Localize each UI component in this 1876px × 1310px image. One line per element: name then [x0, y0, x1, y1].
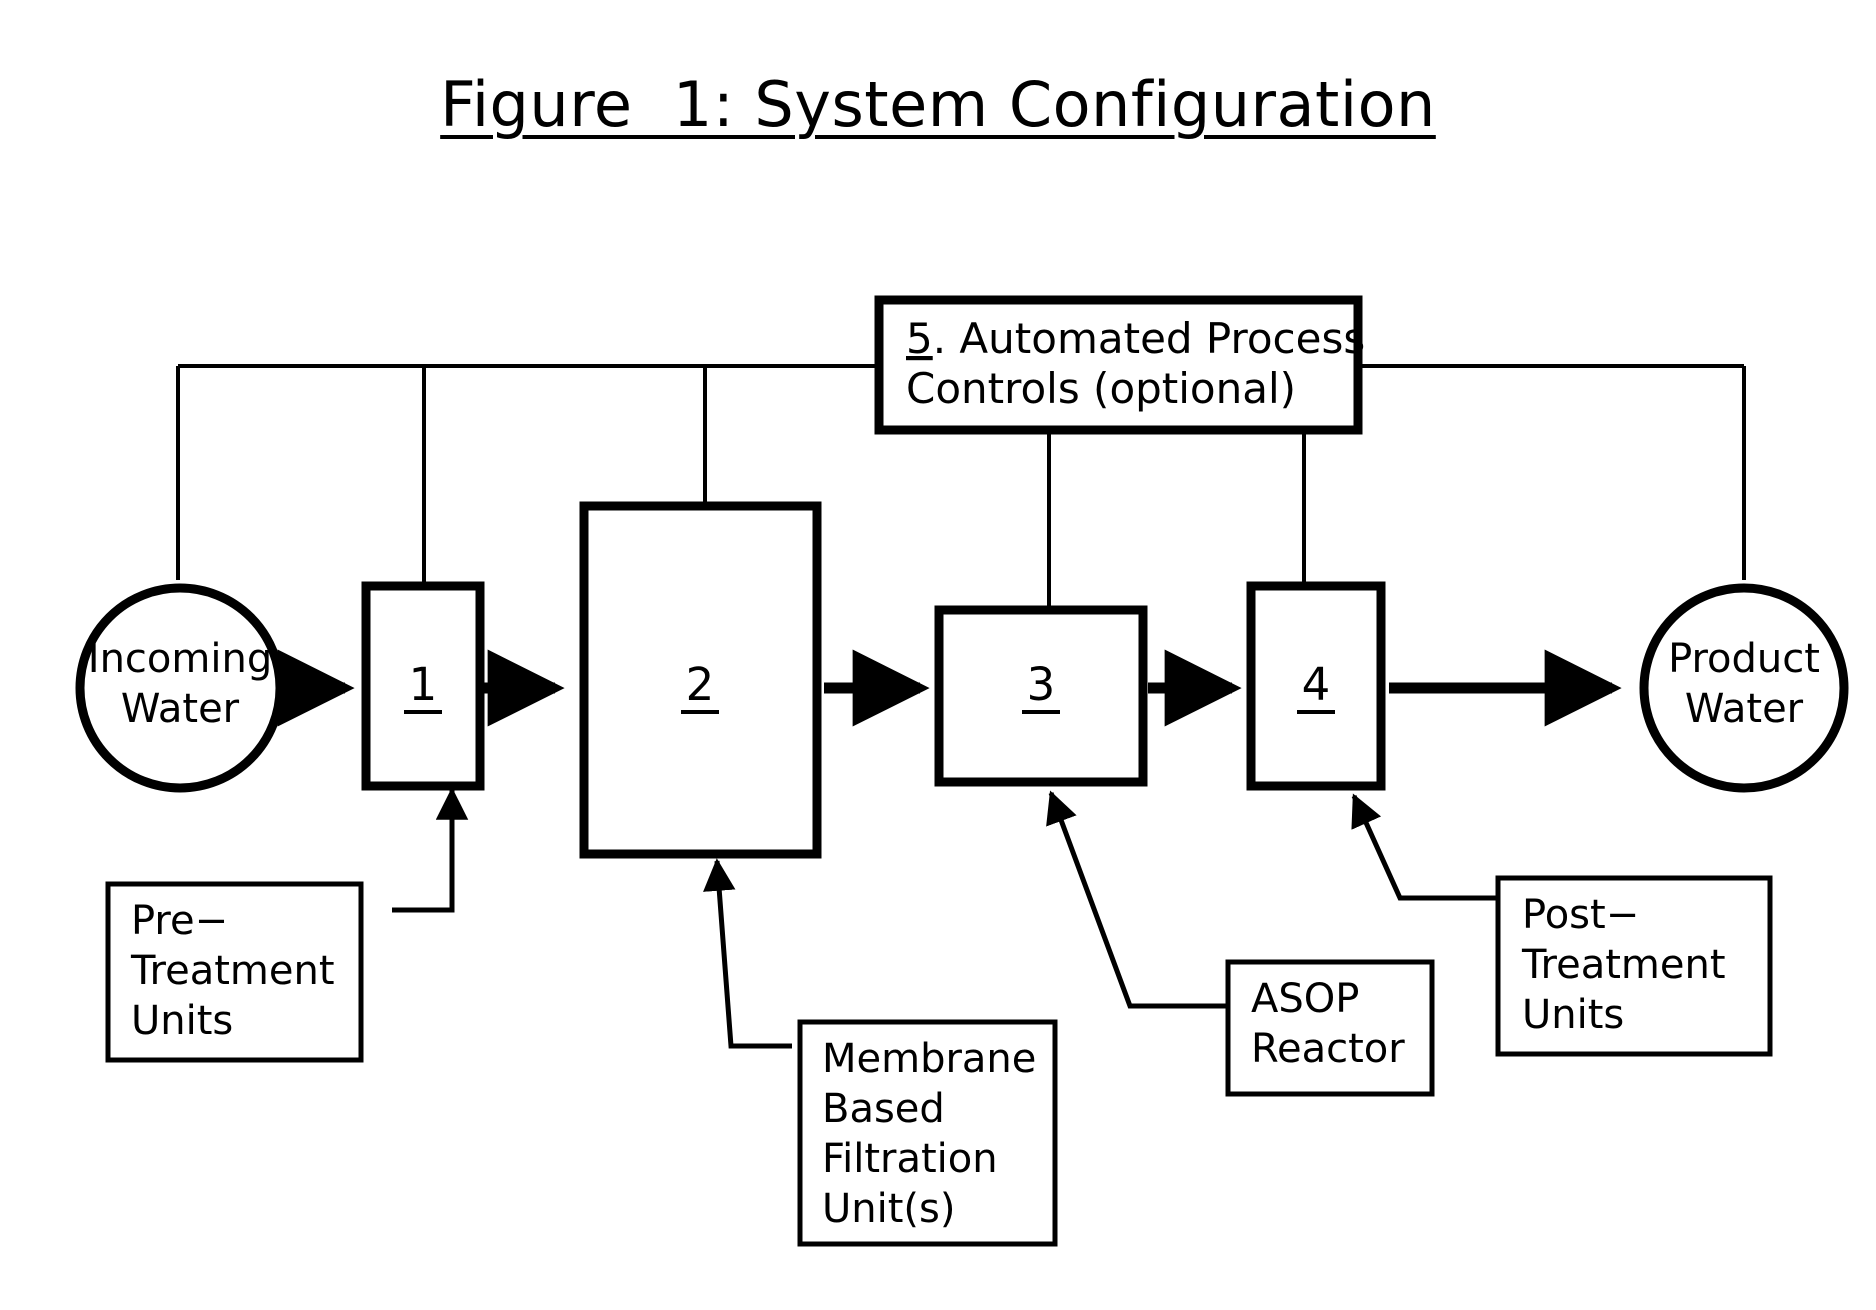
process-node-3-number: 3 [1027, 658, 1056, 711]
callout-asop-line2: Reactor [1251, 1026, 1405, 1072]
process-node-4-number: 4 [1302, 658, 1331, 711]
callout-membrane-line4: Unit(s) [822, 1186, 955, 1232]
callout-pre-treatment-line2: Treatment [130, 948, 335, 994]
callout-membrane-line1: Membrane [822, 1036, 1036, 1082]
controls-box-line1-rest: . Automated Process [933, 314, 1366, 363]
callout-asop[interactable]: ASOP Reactor [1225, 959, 1435, 1097]
incoming-water-label-line1: Incoming [88, 636, 272, 682]
callout-membrane-line2: Based [822, 1086, 945, 1132]
callout-pre-treatment-line3: Units [131, 998, 233, 1044]
process-node-1[interactable]: 1 [361, 581, 485, 791]
callout-post-treatment-line1: Post− [1522, 892, 1639, 938]
controls-box-line1: 5. Automated Process [906, 314, 1365, 363]
callout-asop-line1: ASOP [1251, 976, 1359, 1022]
process-node-1-number: 1 [409, 658, 438, 711]
process-node-3[interactable]: 3 [934, 605, 1148, 787]
product-water-label-line2: Water [1685, 686, 1804, 732]
leader-pre-treatment [392, 787, 469, 913]
process-node-4[interactable]: 4 [1246, 581, 1386, 791]
diagram-canvas: Incoming Water Product Water 1 2 3 4 5. … [75, 295, 1849, 1247]
callout-post-treatment-line3: Units [1522, 992, 1624, 1038]
controls-box-number: 5 [906, 314, 933, 363]
process-node-2[interactable]: 2 [579, 501, 822, 859]
automated-process-controls-box[interactable]: 5. Automated Process Controls (optional) [874, 295, 1365, 435]
callout-post-treatment[interactable]: Post− Treatment Units [1495, 875, 1773, 1057]
leader-post-treatment [1351, 793, 1502, 901]
incoming-water-label-line2: Water [121, 686, 240, 732]
callout-pre-treatment[interactable]: Pre− Treatment Units [105, 881, 364, 1063]
endpoint-incoming-water[interactable]: Incoming Water [75, 583, 285, 793]
leader-membrane [703, 858, 792, 1049]
callout-post-treatment-line2: Treatment [1521, 942, 1726, 988]
endpoint-product-water[interactable]: Product Water [1639, 583, 1849, 793]
callout-membrane[interactable]: Membrane Based Filtration Unit(s) [797, 1019, 1058, 1247]
figure-diagram: Figure 1: System Configuration Incoming … [0, 0, 1876, 1310]
controls-box-line2: Controls (optional) [906, 364, 1296, 413]
leader-asop [1046, 790, 1232, 1009]
process-node-2-number: 2 [686, 658, 715, 711]
callout-membrane-line3: Filtration [822, 1136, 998, 1182]
product-water-label-line1: Product [1668, 636, 1820, 682]
callout-pre-treatment-line1: Pre− [131, 898, 228, 944]
